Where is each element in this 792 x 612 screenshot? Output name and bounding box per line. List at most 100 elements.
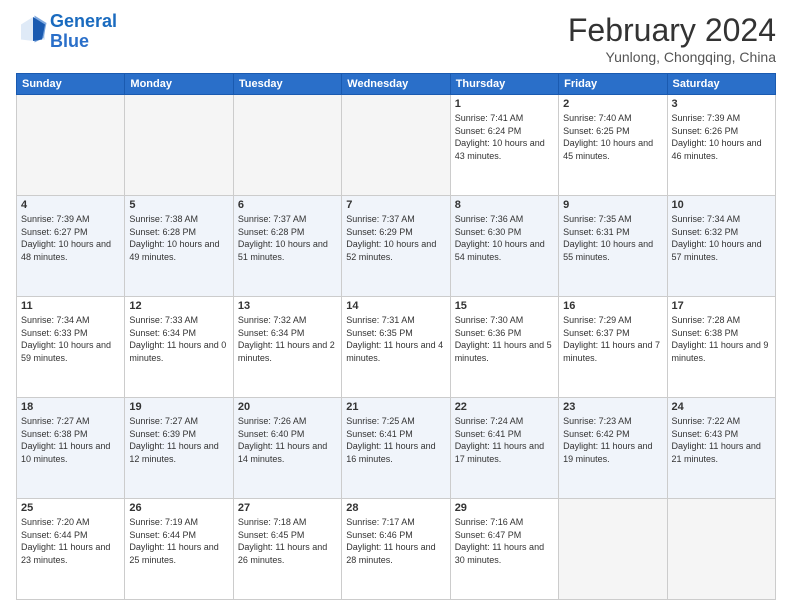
day-info: Sunrise: 7:17 AMSunset: 6:46 PMDaylight:… [346, 516, 445, 566]
day-info: Sunrise: 7:19 AMSunset: 6:44 PMDaylight:… [129, 516, 228, 566]
calendar-header-row: Sunday Monday Tuesday Wednesday Thursday… [17, 74, 776, 95]
day-info: Sunrise: 7:35 AMSunset: 6:31 PMDaylight:… [563, 213, 662, 263]
day-info: Sunrise: 7:39 AMSunset: 6:27 PMDaylight:… [21, 213, 120, 263]
calendar-cell: 6 Sunrise: 7:37 AMSunset: 6:28 PMDayligh… [233, 196, 341, 297]
col-sunday: Sunday [17, 74, 125, 95]
calendar-cell: 20 Sunrise: 7:26 AMSunset: 6:40 PMDaylig… [233, 398, 341, 499]
day-number: 22 [455, 401, 554, 413]
calendar-cell [559, 499, 667, 600]
day-info: Sunrise: 7:39 AMSunset: 6:26 PMDaylight:… [672, 112, 771, 162]
day-info: Sunrise: 7:20 AMSunset: 6:44 PMDaylight:… [21, 516, 120, 566]
calendar-cell: 8 Sunrise: 7:36 AMSunset: 6:30 PMDayligh… [450, 196, 558, 297]
calendar-cell: 10 Sunrise: 7:34 AMSunset: 6:32 PMDaylig… [667, 196, 775, 297]
day-number: 15 [455, 300, 554, 312]
day-number: 4 [21, 199, 120, 211]
day-info: Sunrise: 7:33 AMSunset: 6:34 PMDaylight:… [129, 314, 228, 364]
day-info: Sunrise: 7:37 AMSunset: 6:29 PMDaylight:… [346, 213, 445, 263]
calendar-cell: 18 Sunrise: 7:27 AMSunset: 6:38 PMDaylig… [17, 398, 125, 499]
day-info: Sunrise: 7:27 AMSunset: 6:38 PMDaylight:… [21, 415, 120, 465]
calendar-cell [667, 499, 775, 600]
calendar-cell: 27 Sunrise: 7:18 AMSunset: 6:45 PMDaylig… [233, 499, 341, 600]
day-number: 21 [346, 401, 445, 413]
calendar-cell: 15 Sunrise: 7:30 AMSunset: 6:36 PMDaylig… [450, 297, 558, 398]
col-friday: Friday [559, 74, 667, 95]
calendar-cell: 9 Sunrise: 7:35 AMSunset: 6:31 PMDayligh… [559, 196, 667, 297]
day-number: 26 [129, 502, 228, 514]
calendar-cell [125, 95, 233, 196]
day-info: Sunrise: 7:34 AMSunset: 6:33 PMDaylight:… [21, 314, 120, 364]
calendar-cell: 28 Sunrise: 7:17 AMSunset: 6:46 PMDaylig… [342, 499, 450, 600]
day-number: 13 [238, 300, 337, 312]
logo: General Blue [16, 12, 117, 52]
calendar-week-4: 25 Sunrise: 7:20 AMSunset: 6:44 PMDaylig… [17, 499, 776, 600]
day-number: 23 [563, 401, 662, 413]
calendar-cell [342, 95, 450, 196]
day-number: 27 [238, 502, 337, 514]
calendar-cell: 29 Sunrise: 7:16 AMSunset: 6:47 PMDaylig… [450, 499, 558, 600]
calendar-cell: 5 Sunrise: 7:38 AMSunset: 6:28 PMDayligh… [125, 196, 233, 297]
day-number: 20 [238, 401, 337, 413]
day-info: Sunrise: 7:22 AMSunset: 6:43 PMDaylight:… [672, 415, 771, 465]
day-number: 29 [455, 502, 554, 514]
calendar-cell: 23 Sunrise: 7:23 AMSunset: 6:42 PMDaylig… [559, 398, 667, 499]
calendar-cell: 14 Sunrise: 7:31 AMSunset: 6:35 PMDaylig… [342, 297, 450, 398]
calendar-cell: 7 Sunrise: 7:37 AMSunset: 6:29 PMDayligh… [342, 196, 450, 297]
calendar-week-3: 18 Sunrise: 7:27 AMSunset: 6:38 PMDaylig… [17, 398, 776, 499]
calendar-cell [233, 95, 341, 196]
day-info: Sunrise: 7:16 AMSunset: 6:47 PMDaylight:… [455, 516, 554, 566]
calendar-cell: 26 Sunrise: 7:19 AMSunset: 6:44 PMDaylig… [125, 499, 233, 600]
day-number: 18 [21, 401, 120, 413]
page: General Blue February 2024 Yunlong, Chon… [0, 0, 792, 612]
day-info: Sunrise: 7:41 AMSunset: 6:24 PMDaylight:… [455, 112, 554, 162]
logo-icon [18, 14, 48, 44]
day-info: Sunrise: 7:26 AMSunset: 6:40 PMDaylight:… [238, 415, 337, 465]
calendar-cell: 11 Sunrise: 7:34 AMSunset: 6:33 PMDaylig… [17, 297, 125, 398]
day-number: 9 [563, 199, 662, 211]
col-saturday: Saturday [667, 74, 775, 95]
col-monday: Monday [125, 74, 233, 95]
calendar-cell: 25 Sunrise: 7:20 AMSunset: 6:44 PMDaylig… [17, 499, 125, 600]
logo-text: General Blue [50, 12, 117, 52]
calendar-week-1: 4 Sunrise: 7:39 AMSunset: 6:27 PMDayligh… [17, 196, 776, 297]
calendar-cell [17, 95, 125, 196]
day-number: 10 [672, 199, 771, 211]
month-title: February 2024 [568, 12, 776, 49]
day-number: 7 [346, 199, 445, 211]
day-number: 1 [455, 98, 554, 110]
calendar-cell: 2 Sunrise: 7:40 AMSunset: 6:25 PMDayligh… [559, 95, 667, 196]
header: General Blue February 2024 Yunlong, Chon… [16, 12, 776, 65]
day-info: Sunrise: 7:34 AMSunset: 6:32 PMDaylight:… [672, 213, 771, 263]
calendar-cell: 22 Sunrise: 7:24 AMSunset: 6:41 PMDaylig… [450, 398, 558, 499]
day-number: 6 [238, 199, 337, 211]
day-number: 8 [455, 199, 554, 211]
logo-general: General [50, 11, 117, 31]
day-number: 19 [129, 401, 228, 413]
day-number: 12 [129, 300, 228, 312]
day-info: Sunrise: 7:27 AMSunset: 6:39 PMDaylight:… [129, 415, 228, 465]
calendar-table: Sunday Monday Tuesday Wednesday Thursday… [16, 73, 776, 600]
day-number: 25 [21, 502, 120, 514]
title-block: February 2024 Yunlong, Chongqing, China [568, 12, 776, 65]
day-number: 2 [563, 98, 662, 110]
day-info: Sunrise: 7:29 AMSunset: 6:37 PMDaylight:… [563, 314, 662, 364]
day-info: Sunrise: 7:30 AMSunset: 6:36 PMDaylight:… [455, 314, 554, 364]
calendar-week-0: 1 Sunrise: 7:41 AMSunset: 6:24 PMDayligh… [17, 95, 776, 196]
day-info: Sunrise: 7:18 AMSunset: 6:45 PMDaylight:… [238, 516, 337, 566]
day-info: Sunrise: 7:28 AMSunset: 6:38 PMDaylight:… [672, 314, 771, 364]
col-thursday: Thursday [450, 74, 558, 95]
col-tuesday: Tuesday [233, 74, 341, 95]
day-info: Sunrise: 7:31 AMSunset: 6:35 PMDaylight:… [346, 314, 445, 364]
day-number: 11 [21, 300, 120, 312]
col-wednesday: Wednesday [342, 74, 450, 95]
calendar-cell: 24 Sunrise: 7:22 AMSunset: 6:43 PMDaylig… [667, 398, 775, 499]
calendar-week-2: 11 Sunrise: 7:34 AMSunset: 6:33 PMDaylig… [17, 297, 776, 398]
calendar-cell: 4 Sunrise: 7:39 AMSunset: 6:27 PMDayligh… [17, 196, 125, 297]
day-number: 28 [346, 502, 445, 514]
calendar-cell: 16 Sunrise: 7:29 AMSunset: 6:37 PMDaylig… [559, 297, 667, 398]
day-info: Sunrise: 7:38 AMSunset: 6:28 PMDaylight:… [129, 213, 228, 263]
day-number: 17 [672, 300, 771, 312]
subtitle: Yunlong, Chongqing, China [568, 49, 776, 65]
day-number: 16 [563, 300, 662, 312]
calendar-cell: 21 Sunrise: 7:25 AMSunset: 6:41 PMDaylig… [342, 398, 450, 499]
day-number: 5 [129, 199, 228, 211]
